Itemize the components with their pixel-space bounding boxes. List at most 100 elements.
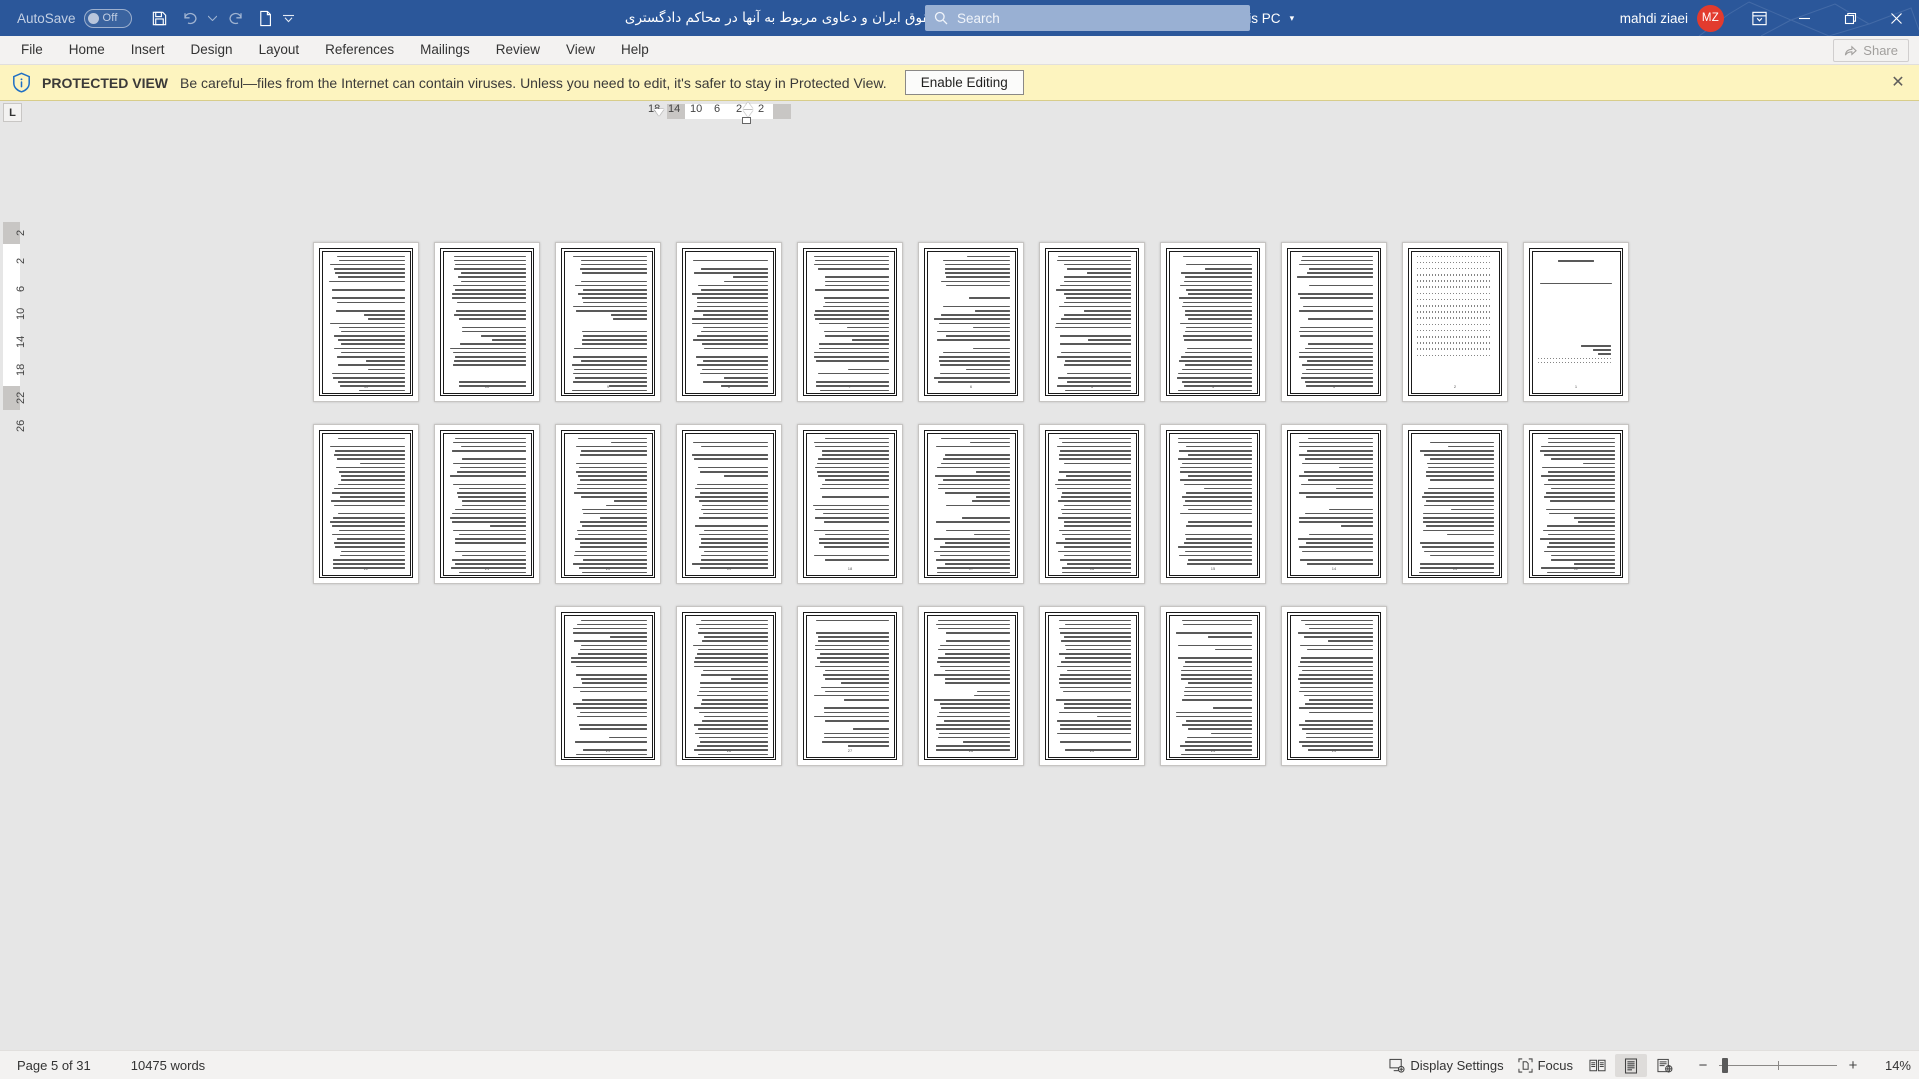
save-icon[interactable]	[146, 4, 174, 32]
page-indicator[interactable]: Page 5 of 31	[10, 1055, 98, 1076]
page-thumbnail[interactable]: 18	[797, 424, 903, 584]
horizontal-ruler[interactable]: L 18 14 10 6 2 2	[0, 101, 1919, 124]
page-text-line	[699, 740, 768, 743]
tab-file[interactable]: File	[8, 38, 56, 62]
page-thumbnail[interactable]: 27	[797, 606, 903, 766]
tab-stop-selector[interactable]: L	[3, 103, 22, 122]
page-thumbnail[interactable]: 21	[434, 424, 540, 584]
tab-help[interactable]: Help	[608, 38, 662, 62]
hanging-indent-marker[interactable]	[743, 110, 753, 117]
page-thumbnail[interactable]: 6	[918, 242, 1024, 402]
autosave-control[interactable]: AutoSave Off	[17, 8, 132, 28]
redo-icon[interactable]	[222, 4, 250, 32]
page-thumbnail[interactable]: 2	[1402, 242, 1508, 402]
view-read-mode-button[interactable]	[1581, 1054, 1613, 1077]
undo-icon[interactable]	[176, 4, 204, 32]
zoom-control[interactable]: − + 14%	[1696, 1051, 1911, 1079]
page-thumbnail[interactable]: 16	[1039, 424, 1145, 584]
focus-button[interactable]: Focus	[1511, 1055, 1580, 1076]
page-thumbnail[interactable]: 20	[555, 424, 661, 584]
page-thumbnail[interactable]: 15	[1160, 424, 1266, 584]
page-text-line	[1061, 533, 1131, 536]
page-thumbnail[interactable]: 8	[676, 242, 782, 402]
right-indent-marker[interactable]	[654, 109, 664, 116]
document-canvas[interactable]: 1 2 3 4 5 6 7 8 9 10 11 12 13 14 15 16 17 18 19 20 21 22 23 24 2…	[23, 124, 1919, 1050]
page-text-line	[1056, 259, 1131, 262]
page-thumbnail[interactable]: 23	[1281, 606, 1387, 766]
page-thumbnail[interactable]: 12	[1523, 424, 1629, 584]
page-text-line	[1057, 732, 1131, 735]
page-text-line	[1308, 533, 1373, 536]
tab-layout[interactable]: Layout	[246, 38, 313, 62]
page-thumbnail[interactable]: 26	[918, 606, 1024, 766]
page-text-line	[1058, 437, 1131, 440]
tab-references[interactable]: References	[312, 38, 407, 62]
left-indent-box-marker[interactable]	[742, 117, 751, 124]
account-name[interactable]: mahdi ziaei	[1620, 11, 1688, 26]
page-thumbnail[interactable]: 22	[313, 424, 419, 584]
first-line-indent-marker[interactable]	[743, 102, 753, 109]
page-thumbnail[interactable]: 1	[1523, 242, 1629, 402]
display-settings-button[interactable]: Display Settings	[1382, 1055, 1510, 1076]
enable-editing-button[interactable]: Enable Editing	[904, 70, 1024, 95]
page-text-line	[944, 454, 1010, 456]
chevron-down-icon[interactable]: ▾	[1290, 13, 1295, 24]
tab-review[interactable]: Review	[483, 38, 553, 62]
page-thumbnail[interactable]: 28	[676, 606, 782, 766]
page-thumbnail[interactable]: 14	[1281, 424, 1387, 584]
avatar[interactable]: MZ	[1697, 4, 1724, 32]
page-thumbnail[interactable]: 29	[555, 606, 661, 766]
zoom-level-label[interactable]: 14%	[1875, 1058, 1911, 1073]
zoom-slider[interactable]	[1719, 1051, 1837, 1079]
ribbon-display-options-icon[interactable]	[1737, 0, 1781, 36]
page-thumbnail[interactable]: 3	[1281, 242, 1387, 402]
vertical-ruler[interactable]: 2 2 6 10 14 18 22 26	[0, 124, 27, 1050]
restore-button[interactable]	[1827, 0, 1873, 36]
page-text-line	[581, 297, 647, 299]
page-number: 8	[727, 383, 731, 389]
page-text-line	[696, 335, 768, 337]
page-thumbnail[interactable]: 5	[1039, 242, 1145, 402]
close-button[interactable]	[1873, 0, 1919, 36]
page-thumbnail[interactable]: 9	[555, 242, 661, 402]
word-count[interactable]: 10475 words	[124, 1055, 212, 1076]
view-print-layout-button[interactable]	[1615, 1054, 1647, 1077]
page-text-line	[1176, 715, 1252, 718]
page-thumbnail[interactable]: 24	[1160, 606, 1266, 766]
share-button[interactable]: Share	[1833, 39, 1909, 62]
page-thumbnail[interactable]: 10	[434, 242, 540, 402]
search-input[interactable]: Search	[925, 5, 1250, 31]
tab-design[interactable]: Design	[178, 38, 246, 62]
page-text-line	[1300, 619, 1373, 622]
page-thumbnail[interactable]: 19	[676, 424, 782, 584]
page-text-line	[695, 487, 768, 490]
autosave-toggle[interactable]: Off	[83, 8, 132, 28]
view-web-layout-button[interactable]	[1649, 1054, 1681, 1077]
page-text-line	[696, 653, 768, 655]
customize-quick-access-toolbar-caret[interactable]	[282, 4, 296, 32]
page-thumbnail[interactable]: 4	[1160, 242, 1266, 402]
page-thumbnail[interactable]: 11	[313, 242, 419, 402]
zoom-in-button[interactable]: +	[1846, 1057, 1860, 1074]
zoom-slider-thumb[interactable]	[1722, 1058, 1728, 1073]
tab-home[interactable]: Home	[56, 38, 118, 62]
page-thumbnail[interactable]: 13	[1402, 424, 1508, 584]
close-icon[interactable]: ✕	[1889, 74, 1907, 92]
tab-mailings[interactable]: Mailings	[407, 38, 483, 62]
page-text-line	[581, 525, 647, 528]
tab-view[interactable]: View	[553, 38, 608, 62]
page-text-line	[1300, 657, 1373, 659]
new-document-icon[interactable]	[252, 4, 280, 32]
page-thumbnail[interactable]: 17	[918, 424, 1024, 584]
page-thumbnail[interactable]: 7	[797, 242, 903, 402]
tab-insert[interactable]: Insert	[118, 38, 178, 62]
zoom-out-button[interactable]: −	[1696, 1057, 1710, 1074]
page-thumbnail[interactable]: 25	[1039, 606, 1145, 766]
undo-dropdown-caret[interactable]	[206, 4, 220, 32]
minimize-button[interactable]	[1781, 0, 1827, 36]
web-layout-icon	[1657, 1058, 1673, 1073]
